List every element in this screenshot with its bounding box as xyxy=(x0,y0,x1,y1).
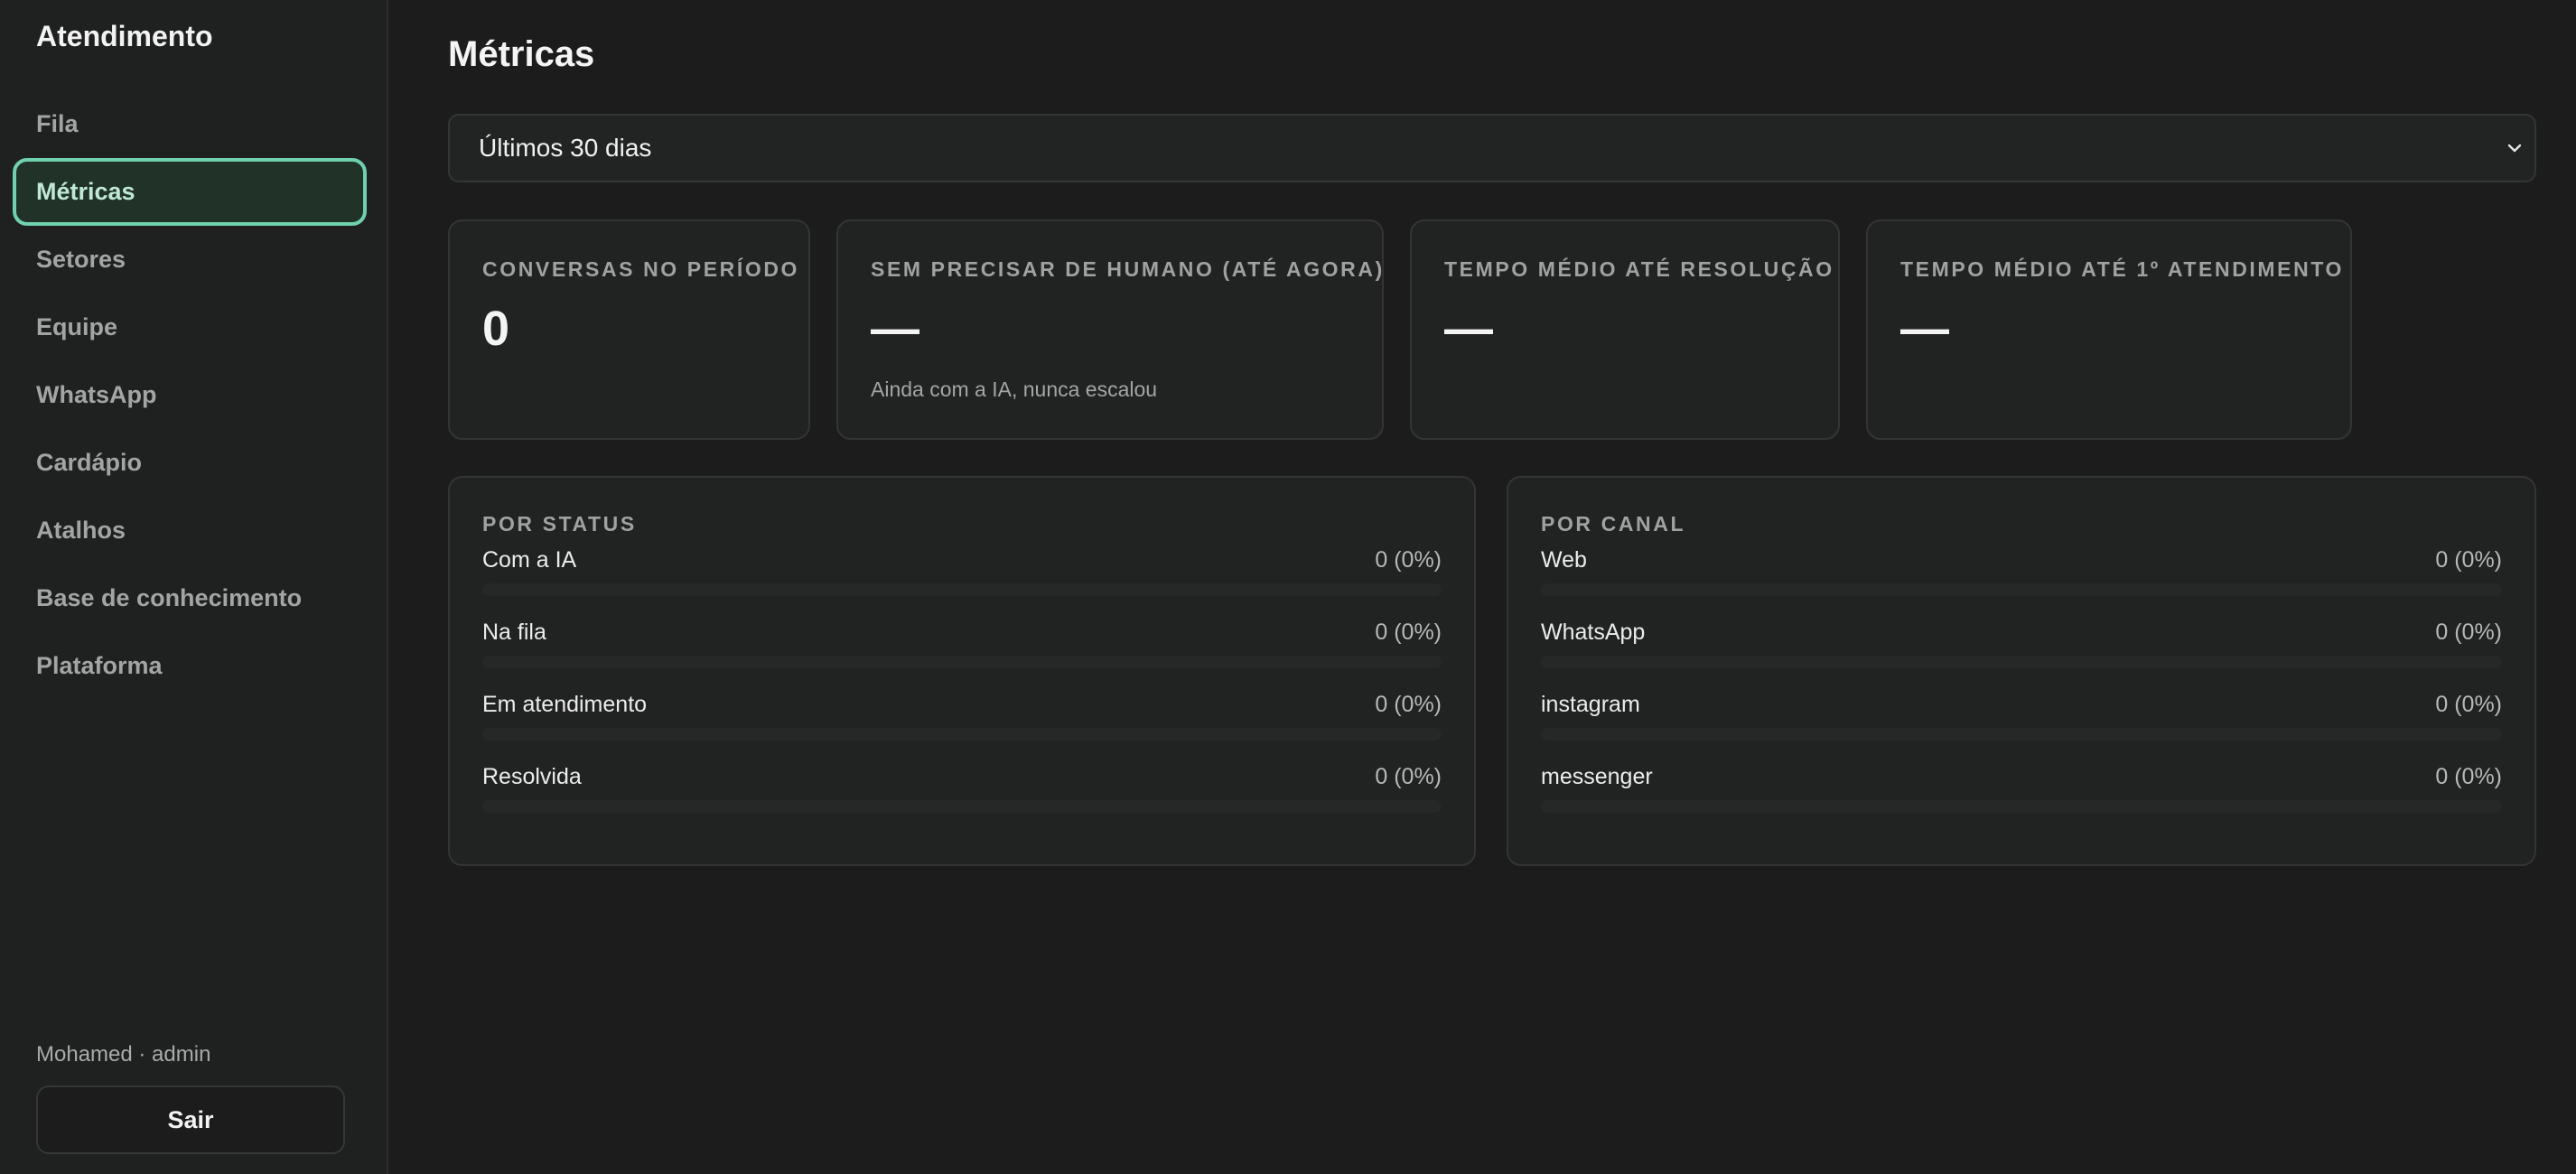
kpi-card-sem-humano: SEM PRECISAR DE HUMANO (ATÉ AGORA) — Ain… xyxy=(836,219,1384,440)
row-label: instagram xyxy=(1541,692,1640,717)
sidebar-item-whatsapp[interactable]: WhatsApp xyxy=(0,361,387,429)
kpi-card-tempo-resolucao: TEMPO MÉDIO ATÉ RESOLUÇÃO — xyxy=(1410,219,1840,440)
panel-por-canal: POR CANAL Web 0 (0%) WhatsApp 0 (0%) ins… xyxy=(1507,476,2536,866)
row-label: Com a IA xyxy=(482,547,577,573)
row-label: WhatsApp xyxy=(1541,620,1646,645)
row-label: Em atendimento xyxy=(482,692,648,717)
list-item: Resolvida 0 (0%) xyxy=(482,753,1442,825)
progress-bar xyxy=(1541,728,2502,741)
list-item: Em atendimento 0 (0%) xyxy=(482,681,1442,753)
sidebar-item-plataforma[interactable]: Plataforma xyxy=(0,632,387,700)
row-value: 0 (0%) xyxy=(1375,620,1442,645)
sidebar-item-label: WhatsApp xyxy=(36,381,157,408)
row-value: 0 (0%) xyxy=(2435,547,2502,573)
kpi-value: 0 xyxy=(482,302,510,356)
sidebar-item-label: Fila xyxy=(36,110,79,137)
kpi-value: — xyxy=(1900,302,1949,356)
panel-title: POR STATUS xyxy=(482,512,637,536)
app-root: Atendimento Fila Métricas Setores Equipe… xyxy=(0,0,2576,1174)
chevron-down-icon xyxy=(2507,144,2522,153)
progress-bar xyxy=(482,583,1442,596)
row-value: 0 (0%) xyxy=(1375,692,1442,717)
progress-bar xyxy=(482,800,1442,813)
main-content: Métricas Últimos 30 dias CONVERSAS NO PE… xyxy=(388,0,2576,1174)
sidebar-item-label: Cardápio xyxy=(36,449,143,476)
logout-button[interactable]: Sair xyxy=(36,1085,345,1154)
sidebar-item-label: Equipe xyxy=(36,313,118,340)
list-item: Na fila 0 (0%) xyxy=(482,609,1442,681)
progress-bar xyxy=(1541,656,2502,668)
panel-por-status: POR STATUS Com a IA 0 (0%) Na fila 0 (0%… xyxy=(448,476,1476,866)
progress-bar xyxy=(482,728,1442,741)
list-item: messenger 0 (0%) xyxy=(1541,753,2502,825)
kpi-subtext: Ainda com a IA, nunca escalou xyxy=(871,377,1158,401)
sidebar-item-equipe[interactable]: Equipe xyxy=(0,294,387,361)
sidebar: Atendimento Fila Métricas Setores Equipe… xyxy=(0,0,388,1174)
sidebar-item-atalhos[interactable]: Atalhos xyxy=(0,497,387,564)
kpi-label: SEM PRECISAR DE HUMANO (ATÉ AGORA) xyxy=(871,257,1385,281)
kpi-label: TEMPO MÉDIO ATÉ RESOLUÇÃO xyxy=(1444,257,1834,281)
row-value: 0 (0%) xyxy=(1375,764,1442,789)
kpi-value: — xyxy=(1444,302,1493,356)
progress-bar xyxy=(1541,583,2502,596)
row-value: 0 (0%) xyxy=(2435,692,2502,717)
sidebar-item-fila[interactable]: Fila xyxy=(0,90,387,158)
sidebar-item-label: Métricas xyxy=(36,178,135,205)
list-item: instagram 0 (0%) xyxy=(1541,681,2502,753)
current-user: Mohamed · admin xyxy=(36,1042,211,1067)
sidebar-item-metricas[interactable]: Métricas xyxy=(0,158,387,226)
period-select[interactable]: Últimos 30 dias xyxy=(448,114,2536,182)
sidebar-item-cardapio[interactable]: Cardápio xyxy=(0,429,387,497)
sidebar-item-base-de-conhecimento[interactable]: Base de conhecimento xyxy=(0,564,387,632)
row-value: 0 (0%) xyxy=(2435,620,2502,645)
kpi-label: CONVERSAS NO PERÍODO xyxy=(482,257,800,281)
row-label: Resolvida xyxy=(482,764,582,789)
row-label: Web xyxy=(1541,547,1587,573)
progress-bar xyxy=(482,656,1442,668)
list-item: Com a IA 0 (0%) xyxy=(482,536,1442,609)
page-title: Métricas xyxy=(448,34,595,74)
row-value: 0 (0%) xyxy=(1375,547,1442,573)
sidebar-item-label: Base de conhecimento xyxy=(36,584,303,611)
list-item: WhatsApp 0 (0%) xyxy=(1541,609,2502,681)
sidebar-item-setores[interactable]: Setores xyxy=(0,226,387,294)
sidebar-item-label: Setores xyxy=(36,246,126,273)
sidebar-item-label: Atalhos xyxy=(36,517,126,544)
list-item: Web 0 (0%) xyxy=(1541,536,2502,609)
row-value: 0 (0%) xyxy=(2435,764,2502,789)
kpi-value: — xyxy=(871,302,919,356)
row-label: messenger xyxy=(1541,764,1653,789)
period-select-value: Últimos 30 dias xyxy=(479,134,652,162)
panel-title: POR CANAL xyxy=(1541,512,1686,536)
row-label: Na fila xyxy=(482,620,546,645)
kpi-card-tempo-primeiro-atendimento: TEMPO MÉDIO ATÉ 1º ATENDIMENTO — xyxy=(1866,219,2352,440)
sidebar-item-label: Plataforma xyxy=(36,652,163,679)
kpi-card-conversas: CONVERSAS NO PERÍODO 0 xyxy=(448,219,810,440)
sidebar-nav: Fila Métricas Setores Equipe WhatsApp Ca… xyxy=(0,90,387,700)
kpi-label: TEMPO MÉDIO ATÉ 1º ATENDIMENTO xyxy=(1900,257,2345,281)
progress-bar xyxy=(1541,800,2502,813)
app-title: Atendimento xyxy=(36,20,213,52)
